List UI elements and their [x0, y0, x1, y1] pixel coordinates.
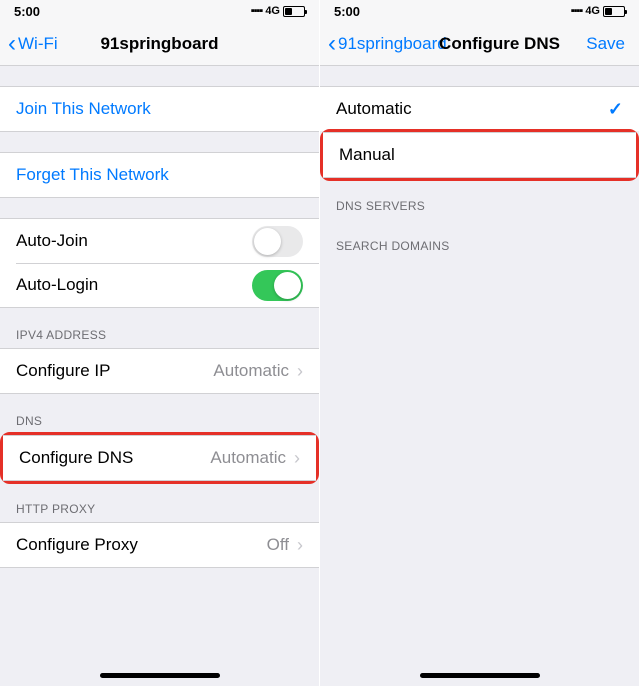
proxy-group: Configure Proxy Off › [0, 522, 319, 568]
status-time: 5:00 [14, 4, 40, 19]
phone-wifi-details: 5:00 ▪▪▪▪ 4G ‹ Wi-Fi 91springboard Join … [0, 0, 320, 686]
configure-dns-value: Automatic [210, 448, 286, 468]
battery-icon [283, 6, 305, 17]
status-bar: 5:00 ▪▪▪▪ 4G [320, 0, 639, 22]
configure-dns-highlight: Configure DNS Automatic › [0, 432, 319, 484]
configure-dns-row[interactable]: Configure DNS Automatic › [3, 436, 316, 480]
auto-join-row[interactable]: Auto-Join [0, 219, 319, 263]
automatic-group: Automatic ✓ [320, 86, 639, 131]
dns-servers-header: DNS SERVERS [320, 179, 639, 219]
battery-icon [603, 6, 625, 17]
signal-icon: ▪▪▪▪ [571, 5, 583, 17]
configure-ip-row[interactable]: Configure IP Automatic › [0, 349, 319, 393]
nav-bar: ‹ 91springboard Configure DNS Save [320, 22, 639, 66]
ipv4-header: IPV4 ADDRESS [0, 308, 319, 348]
status-time: 5:00 [334, 4, 360, 19]
ipv4-group: Configure IP Automatic › [0, 348, 319, 394]
configure-ip-value: Automatic [213, 361, 289, 381]
chevron-right-icon: › [297, 361, 303, 382]
chevron-right-icon: › [297, 535, 303, 556]
phone-configure-dns: 5:00 ▪▪▪▪ 4G ‹ 91springboard Configure D… [320, 0, 640, 686]
status-right: ▪▪▪▪ 4G [571, 5, 625, 17]
manual-row[interactable]: Manual [323, 133, 636, 177]
status-right: ▪▪▪▪ 4G [251, 5, 305, 17]
nav-back-button[interactable]: ‹ Wi-Fi [8, 32, 58, 56]
automatic-label: Automatic [336, 99, 412, 119]
chevron-left-icon: ‹ [8, 32, 16, 56]
auto-join-label: Auto-Join [16, 231, 88, 251]
configure-dns-label: Configure DNS [19, 448, 133, 468]
search-domains-header: SEARCH DOMAINS [320, 225, 639, 259]
save-label: Save [586, 34, 625, 53]
home-indicator[interactable] [420, 673, 540, 678]
auto-login-toggle[interactable] [252, 270, 303, 301]
configure-ip-label: Configure IP [16, 361, 111, 381]
network-label: 4G [585, 5, 600, 17]
signal-icon: ▪▪▪▪ [251, 5, 263, 17]
configure-proxy-label: Configure Proxy [16, 535, 138, 555]
manual-highlight: Manual [320, 129, 639, 181]
nav-back-button[interactable]: ‹ 91springboard [328, 32, 447, 56]
nav-back-label: 91springboard [338, 34, 447, 54]
join-group: Join This Network [0, 86, 319, 132]
forget-label: Forget This Network [16, 165, 169, 185]
auto-join-toggle[interactable] [252, 226, 303, 257]
dns-header: DNS [0, 394, 319, 434]
nav-back-label: Wi-Fi [18, 34, 58, 54]
auto-login-row[interactable]: Auto-Login [0, 263, 319, 307]
status-bar: 5:00 ▪▪▪▪ 4G [0, 0, 319, 22]
join-label: Join This Network [16, 99, 151, 119]
join-network-button[interactable]: Join This Network [0, 87, 319, 131]
configure-proxy-value: Off [267, 535, 289, 555]
auto-group: Auto-Join Auto-Login [0, 218, 319, 308]
nav-save-button[interactable]: Save [586, 34, 631, 54]
chevron-right-icon: › [294, 448, 300, 469]
dns-group: Configure DNS Automatic › [3, 435, 316, 481]
checkmark-icon: ✓ [608, 99, 623, 120]
auto-login-label: Auto-Login [16, 275, 98, 295]
configure-proxy-row[interactable]: Configure Proxy Off › [0, 523, 319, 567]
forget-group: Forget This Network [0, 152, 319, 198]
forget-network-button[interactable]: Forget This Network [0, 153, 319, 197]
proxy-header: HTTP PROXY [0, 482, 319, 522]
manual-label: Manual [339, 145, 395, 165]
nav-bar: ‹ Wi-Fi 91springboard [0, 22, 319, 66]
chevron-left-icon: ‹ [328, 32, 336, 56]
network-label: 4G [265, 5, 280, 17]
automatic-row[interactable]: Automatic ✓ [320, 87, 639, 131]
manual-group: Manual [323, 132, 636, 178]
home-indicator[interactable] [100, 673, 220, 678]
